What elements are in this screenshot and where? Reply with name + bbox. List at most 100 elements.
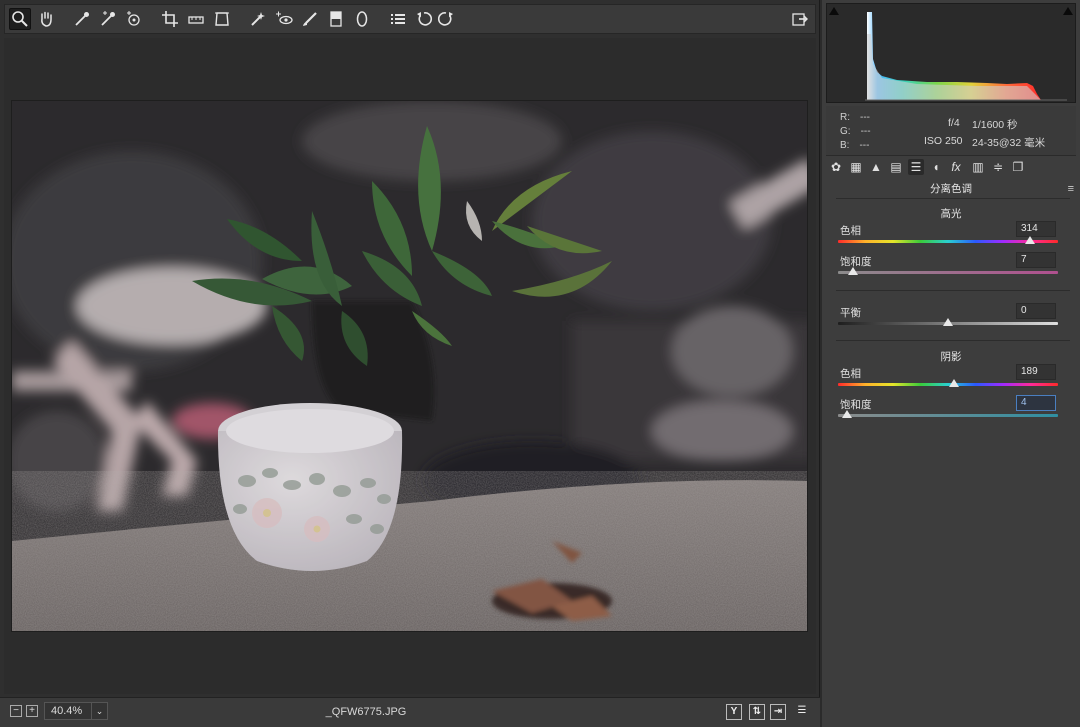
- radial-filter-icon: [356, 11, 368, 27]
- tab-split-toning[interactable]: ☰: [908, 159, 924, 175]
- tab-basic[interactable]: ✿: [828, 159, 844, 175]
- tab-presets[interactable]: ≑: [990, 159, 1006, 175]
- shadows-hue-input[interactable]: 189: [1016, 364, 1056, 380]
- sliders-icon: ☰: [797, 705, 807, 716]
- highlights-saturation-slider[interactable]: [838, 267, 1058, 275]
- panel-title: 分离色调: [930, 183, 972, 195]
- divider: [836, 290, 1070, 291]
- balance-label: 平衡: [840, 307, 861, 319]
- tab-detail[interactable]: ▲: [868, 159, 884, 175]
- export-icon: [792, 13, 808, 26]
- highlights-saturation-thumb[interactable]: [848, 267, 859, 275]
- tab-effects[interactable]: fx: [948, 159, 964, 175]
- toolbar: [4, 4, 816, 34]
- zoom-tool[interactable]: [9, 8, 31, 30]
- presets-list-tool[interactable]: [387, 8, 409, 30]
- rotate-left-button[interactable]: [413, 8, 435, 30]
- before-after-view-button[interactable]: Y: [726, 704, 742, 720]
- swap-settings-button[interactable]: ⇅: [749, 704, 765, 720]
- shadows-hue-label: 色相: [840, 368, 861, 380]
- highlights-hue-thumb[interactable]: [1024, 236, 1035, 244]
- rotate-right-button[interactable]: [435, 8, 457, 30]
- graduated-filter-tool[interactable]: [325, 8, 347, 30]
- straighten-icon: [188, 16, 204, 24]
- iso: ISO 250: [924, 135, 963, 147]
- spot-removal-tool[interactable]: [247, 8, 269, 30]
- radial-filter-tool[interactable]: [351, 8, 373, 30]
- b-label: B:: [840, 140, 850, 151]
- view-settings-button[interactable]: ☰: [794, 704, 810, 720]
- panel-menu-icon[interactable]: ≡: [1068, 183, 1074, 195]
- adjustment-brush-tool[interactable]: [299, 8, 321, 30]
- r-label: R:: [840, 112, 850, 123]
- grid-icon: ▦: [850, 160, 862, 174]
- highlight-clipping-warning-icon[interactable]: [1063, 7, 1073, 15]
- crop-icon: [162, 11, 178, 27]
- divider: [836, 198, 1070, 199]
- editor-area: − + 40.4% ⌄ _QFW6775.JPG Y ⇅ ⇥ ☰: [0, 0, 820, 727]
- graduated-filter-icon: [330, 11, 342, 27]
- adjustments-panel: R: --- G: --- B: --- f/4 1/1600 秒 ISO 250 2…: [822, 0, 1080, 727]
- histogram: [826, 3, 1076, 103]
- aperture: f/4: [948, 117, 960, 129]
- hand-tool[interactable]: [35, 8, 57, 30]
- white-balance-tool[interactable]: [71, 8, 93, 30]
- balance-thumb[interactable]: [943, 318, 953, 326]
- highlights-hue-label: 色相: [840, 225, 861, 237]
- g-readout: G: ---: [840, 126, 871, 137]
- r-value: ---: [860, 112, 870, 123]
- zoom-icon: [12, 11, 28, 27]
- rotate-right-icon: [437, 12, 453, 26]
- highlights-hue-slider[interactable]: [838, 236, 1058, 244]
- divider: [836, 340, 1070, 341]
- shadows-hue-thumb[interactable]: [948, 379, 959, 387]
- mountain-icon: ▲: [870, 160, 882, 174]
- panel-tabs: ✿ ▦ ▲ ▤ ☰ ◖ fx ▥ ≑ ❐: [826, 157, 1076, 179]
- tab-calibration[interactable]: ▥: [970, 159, 986, 175]
- tab-tone-curve[interactable]: ▦: [848, 159, 864, 175]
- rotate-left-icon: [417, 12, 433, 26]
- b-readout: B: ---: [840, 140, 869, 151]
- shadows-saturation-thumb[interactable]: [841, 410, 852, 418]
- photo-preview[interactable]: [11, 100, 808, 632]
- film-icon: ▥: [972, 160, 984, 174]
- snapshots-icon: ❐: [1012, 160, 1024, 174]
- transform-tool[interactable]: [211, 8, 233, 30]
- g-label: G:: [840, 126, 851, 137]
- b-value: ---: [859, 140, 870, 151]
- color-sampler-tool[interactable]: [97, 8, 119, 30]
- image-info: R: --- G: --- B: --- f/4 1/1600 秒 ISO 250 2…: [826, 106, 1076, 156]
- target-adjust-icon: [127, 11, 140, 26]
- shadows-hue-slider[interactable]: [838, 379, 1058, 387]
- histogram-graph: [865, 12, 1067, 101]
- balance-slider[interactable]: [838, 318, 1058, 326]
- image-canvas[interactable]: [4, 38, 816, 694]
- highlights-hue-input[interactable]: 314: [1016, 221, 1056, 237]
- red-eye-tool[interactable]: [273, 8, 295, 30]
- shadows-saturation-slider[interactable]: [838, 410, 1058, 418]
- white-balance-icon: [75, 12, 89, 26]
- shadows-saturation-input[interactable]: 4: [1016, 395, 1056, 411]
- fx-icon: fx: [951, 160, 961, 174]
- copy-settings-button[interactable]: ⇥: [770, 704, 786, 720]
- tab-lens[interactable]: ◖: [928, 159, 944, 175]
- transform-icon: [215, 12, 229, 26]
- tab-hsl[interactable]: ▤: [888, 159, 904, 175]
- crop-tool[interactable]: [159, 8, 181, 30]
- shadow-clipping-warning-icon[interactable]: [829, 7, 839, 15]
- highlights-heading: 高光: [940, 208, 962, 220]
- spot-removal-icon: [251, 12, 265, 26]
- balance-input[interactable]: 0: [1016, 303, 1056, 319]
- export-button[interactable]: [789, 8, 811, 30]
- sliders-icon: ≑: [992, 160, 1004, 174]
- hsl-icon: ▤: [890, 160, 902, 174]
- targeted-adjustment-tool[interactable]: [123, 8, 145, 30]
- tab-snapshots[interactable]: ❐: [1010, 159, 1026, 175]
- copy-settings-icon: ⇥: [773, 706, 783, 717]
- r-readout: R: ---: [840, 112, 870, 123]
- highlights-saturation-input[interactable]: 7: [1016, 252, 1056, 268]
- aperture-icon: ✿: [830, 160, 842, 174]
- straighten-tool[interactable]: [185, 8, 207, 30]
- status-bar: − + 40.4% ⌄ _QFW6775.JPG Y ⇅ ⇥ ☰: [0, 697, 820, 727]
- shadows-heading: 阴影: [940, 351, 962, 363]
